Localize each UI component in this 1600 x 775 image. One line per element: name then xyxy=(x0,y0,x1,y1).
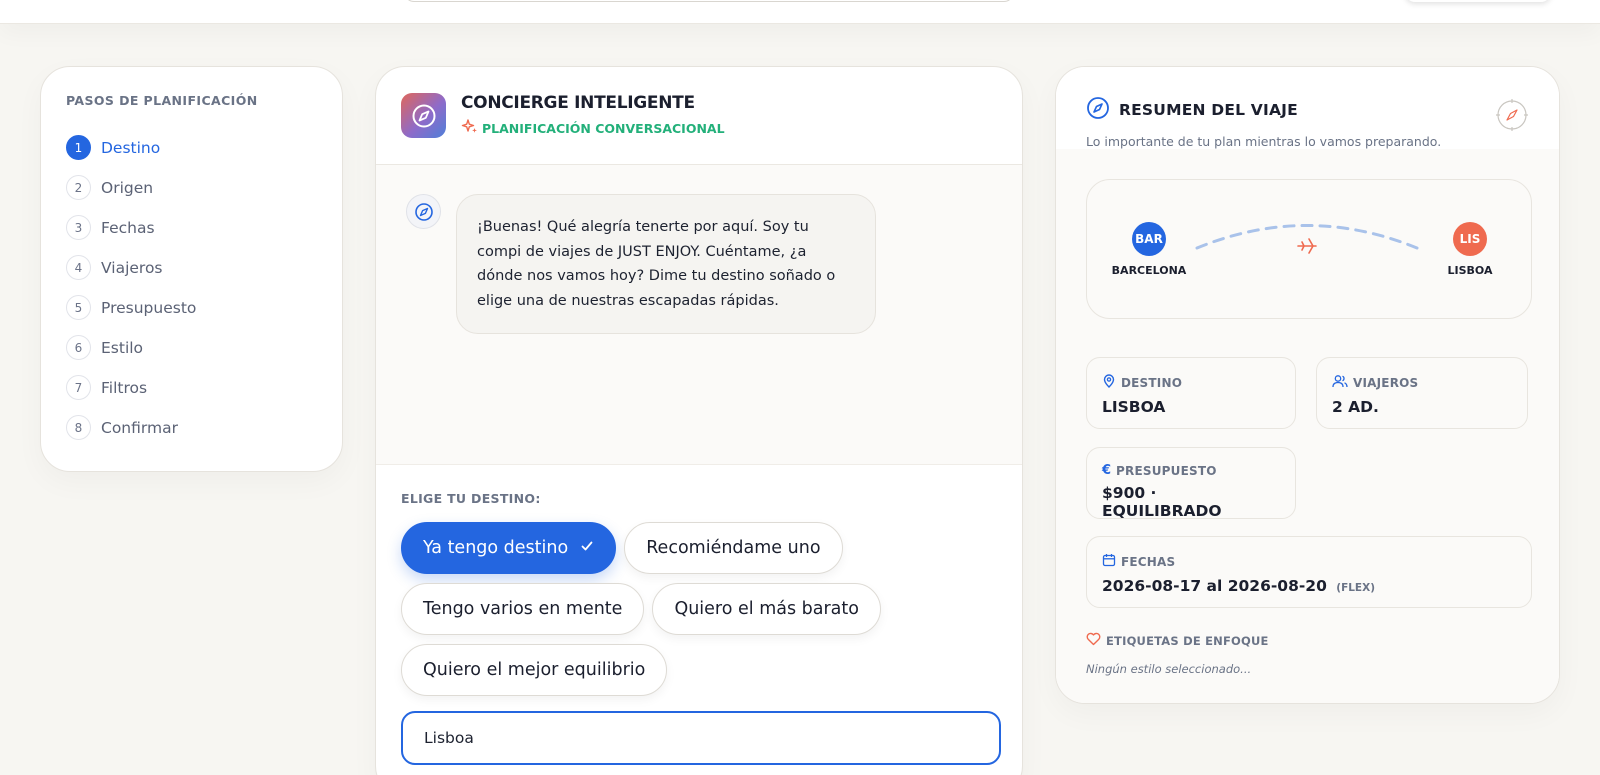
users-icon xyxy=(1332,373,1348,392)
choices-title: ELIGE TU DESTINO: xyxy=(401,491,541,506)
route-path xyxy=(1195,224,1419,254)
step-confirmar[interactable]: 8 Confirmar xyxy=(66,415,317,440)
recommend-chip[interactable]: Recomiéndame uno xyxy=(624,522,843,574)
chat-messages: ¡Buenas! Qué alegría tenerte por aquí. S… xyxy=(376,165,1022,465)
step-number: 7 xyxy=(66,375,91,400)
step-number: 3 xyxy=(66,215,91,240)
have-destination-chip[interactable]: Ya tengo destino xyxy=(401,522,617,574)
compass-decoration-icon xyxy=(1495,98,1529,136)
viajeros-card: VIAJEROS 2 AD. xyxy=(1316,357,1528,429)
focus-tags-empty: Ningún estilo seleccionado... xyxy=(1086,662,1252,676)
euro-icon: € xyxy=(1102,463,1112,478)
step-fechas[interactable]: 3 Fechas xyxy=(66,215,317,240)
flex-tag: (FLEX) xyxy=(1336,582,1375,594)
bot-avatar xyxy=(406,194,441,229)
bot-message: ¡Buenas! Qué alegría tenerte por aquí. S… xyxy=(456,194,876,334)
step-number: 2 xyxy=(66,175,91,200)
calendar-icon xyxy=(1102,552,1116,571)
chip-label: Tengo varios en mente xyxy=(423,599,623,619)
map-pin-icon xyxy=(1102,373,1116,392)
compass-icon xyxy=(401,93,446,138)
summary-subtitle: Lo importante de tu plan mientras lo vam… xyxy=(1086,134,1442,149)
origin-code-badge: BAR xyxy=(1132,222,1166,256)
check-icon xyxy=(580,538,594,558)
concierge-chat-panel: CONCIERGE INTELIGENTE PLANIFICACIÓN CONV… xyxy=(375,66,1023,775)
summary-title: RESUMEN DEL VIAJE xyxy=(1119,101,1298,119)
focus-tags-title: ETIQUETAS DE ENFOQUE xyxy=(1106,633,1269,648)
trip-summary-panel: RESUMEN DEL VIAJE Lo importante de tu pl… xyxy=(1055,66,1560,704)
step-presupuesto[interactable]: 5 Presupuesto xyxy=(66,295,317,320)
fechas-label: FECHAS xyxy=(1121,554,1176,569)
step-number: 6 xyxy=(66,335,91,360)
step-label: Destino xyxy=(101,138,161,157)
destination-airport: LIS LISBOA xyxy=(1425,222,1515,277)
presupuesto-card: € PRESUPUESTO $900 · EQUILIBRADO xyxy=(1086,447,1296,520)
destino-label: DESTINO xyxy=(1121,375,1183,390)
flight-route-card: BAR BARCELONA LIS LISBOA xyxy=(1086,179,1532,319)
destination-choices: ELIGE TU DESTINO: Ya tengo destino Recom… xyxy=(376,465,1022,765)
plane-icon xyxy=(1297,238,1317,254)
cheapest-chip[interactable]: Quiero el más barato xyxy=(652,583,881,635)
chip-label: Ya tengo destino xyxy=(423,538,569,558)
chip-label: Recomiéndame uno xyxy=(646,538,821,558)
steps-title: PASOS DE PLANIFICACIÓN xyxy=(66,93,258,108)
viajeros-label: VIAJEROS xyxy=(1353,375,1419,390)
step-number: 1 xyxy=(66,135,91,160)
step-destino[interactable]: 1 Destino xyxy=(66,135,317,160)
best-balance-chip[interactable]: Quiero el mejor equilibrio xyxy=(401,644,668,696)
several-in-mind-chip[interactable]: Tengo varios en mente xyxy=(401,583,645,635)
compass-icon xyxy=(414,202,433,221)
fechas-value: 2026-08-17 al 2026-08-20 xyxy=(1102,577,1327,595)
viajeros-value: 2 AD. xyxy=(1332,398,1379,416)
destino-card: DESTINO LISBOA xyxy=(1086,357,1296,429)
destination-city: LISBOA xyxy=(1447,264,1493,277)
compass-icon xyxy=(1086,96,1110,124)
focus-tags-section: ETIQUETAS DE ENFOQUE Ningún estilo selec… xyxy=(1086,631,1269,676)
sparkles-icon xyxy=(461,118,478,139)
step-origen[interactable]: 2 Origen xyxy=(66,175,317,200)
step-number: 4 xyxy=(66,255,91,280)
step-label: Presupuesto xyxy=(101,298,197,317)
step-label: Confirmar xyxy=(101,418,178,437)
step-label: Fechas xyxy=(101,218,155,237)
destination-input[interactable] xyxy=(401,711,1001,765)
chip-label: Quiero el más barato xyxy=(674,599,859,619)
destino-value: LISBOA xyxy=(1102,398,1166,416)
chip-label: Quiero el mejor equilibrio xyxy=(423,660,646,680)
step-label: Origen xyxy=(101,178,154,197)
step-label: Viajeros xyxy=(101,258,163,277)
origin-airport: BAR BARCELONA xyxy=(1104,222,1194,277)
header-button[interactable] xyxy=(1405,0,1551,2)
chat-title: CONCIERGE INTELIGENTE xyxy=(461,92,695,113)
heart-icon xyxy=(1086,631,1101,650)
step-label: Filtros xyxy=(101,378,148,397)
step-filtros[interactable]: 7 Filtros xyxy=(66,375,317,400)
planning-steps-panel: PASOS DE PLANIFICACIÓN 1 Destino 2 Orige… xyxy=(40,66,343,472)
step-label: Estilo xyxy=(101,338,144,357)
chat-header: CONCIERGE INTELIGENTE PLANIFICACIÓN CONV… xyxy=(376,67,1022,165)
chat-subtitle: PLANIFICACIÓN CONVERSACIONAL xyxy=(482,120,725,136)
destination-code-badge: LIS xyxy=(1453,222,1487,256)
step-number: 8 xyxy=(66,415,91,440)
fechas-card: FECHAS 2026-08-17 al 2026-08-20 (FLEX) xyxy=(1086,536,1532,608)
search-input[interactable] xyxy=(404,0,1014,2)
step-viajeros[interactable]: 4 Viajeros xyxy=(66,255,317,280)
origin-city: BARCELONA xyxy=(1111,264,1187,277)
step-number: 5 xyxy=(66,295,91,320)
presupuesto-value: $900 · EQUILIBRADO xyxy=(1102,484,1222,520)
presupuesto-label: PRESUPUESTO xyxy=(1116,463,1217,478)
top-bar xyxy=(0,0,1600,24)
step-estilo[interactable]: 6 Estilo xyxy=(66,335,317,360)
